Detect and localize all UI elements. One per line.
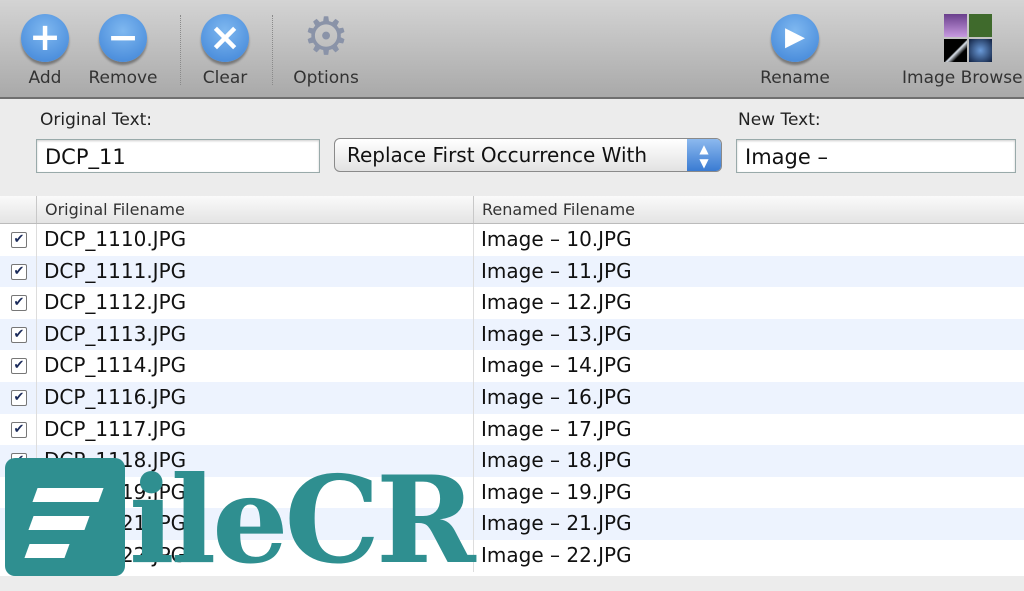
original-filename-header[interactable]: Original Filename (36, 196, 473, 223)
image-browser-icon (944, 14, 992, 62)
clear-label: Clear (202, 68, 248, 88)
original-filename-cell: DCP_1110.JPG (36, 224, 186, 256)
new-text-label: New Text: (738, 110, 821, 130)
renamed-filename-cell: Image – 17.JPG (473, 413, 632, 446)
plus-icon: + (21, 14, 69, 62)
renamed-filename-cell: Image – 16.JPG (473, 381, 632, 414)
renamed-filename-cell: Image – 21.JPG (473, 508, 632, 540)
rename-button[interactable]: ▶ Rename (756, 14, 834, 88)
row-checkbox[interactable]: ✔ (11, 358, 27, 375)
clear-button[interactable]: × Clear (196, 14, 254, 88)
renamed-filename-cell: Image – 13.JPG (473, 318, 632, 351)
original-text-label: Original Text: (40, 110, 153, 130)
original-filename-cell: DCP_1117.JPG (36, 413, 186, 446)
options-label: Options (293, 68, 359, 88)
minus-icon: − (99, 14, 147, 62)
table-header: Original Filename Renamed Filename (0, 196, 1024, 224)
row-checkbox[interactable]: ✔ (11, 421, 27, 438)
add-label: Add (28, 68, 62, 88)
original-filename-cell: DCP_1111.JPG (36, 255, 186, 288)
toolbar-separator (272, 15, 273, 85)
image-browser-button[interactable]: Image Browse (902, 14, 1024, 88)
x-icon: × (201, 14, 249, 62)
renamed-filename-cell: Image – 12.JPG (473, 287, 632, 319)
replace-mode-value: Replace First Occurrence With (347, 143, 648, 167)
original-filename-cell: DCP_1116.JPG (36, 381, 186, 414)
row-checkbox[interactable]: ✔ (11, 295, 27, 312)
renamed-filename-cell: Image – 11.JPG (473, 255, 632, 288)
row-checkbox[interactable]: ✔ (11, 326, 27, 343)
row-checkbox[interactable]: ✔ (11, 389, 27, 406)
add-button[interactable]: + Add (18, 14, 72, 88)
table-row[interactable]: ✔ DCP_1113.JPG Image – 13.JPG (0, 318, 1024, 351)
table-row[interactable]: ✔ DCP_1112.JPG Image – 12.JPG (0, 287, 1024, 319)
renamed-filename-cell: Image – 14.JPG (473, 350, 632, 382)
original-text-input[interactable]: DCP_11 (36, 139, 320, 173)
table-row[interactable]: ✔ DCP_1110.JPG Image – 10.JPG (0, 224, 1024, 256)
original-filename-cell: DCP_1114.JPG (36, 350, 186, 382)
row-checkbox[interactable]: ✔ (11, 232, 27, 248)
table-row[interactable]: ✔ DCP_1114.JPG Image – 14.JPG (0, 350, 1024, 382)
image-browser-label: Image Browse (902, 68, 1023, 88)
remove-button[interactable]: − Remove (86, 14, 160, 88)
renamed-filename-cell: Image – 10.JPG (473, 224, 632, 256)
row-checkbox[interactable]: ✔ (11, 263, 27, 280)
play-icon: ▶ (771, 14, 819, 62)
new-text-input[interactable]: Image – (736, 139, 1016, 173)
options-button[interactable]: ⚙ Options (288, 7, 364, 88)
gear-icon: ⚙ (302, 7, 350, 67)
replace-mode-select[interactable]: Replace First Occurrence With ▲ ▼ (334, 138, 722, 172)
filecr-watermark-logo: ileCR (5, 455, 476, 581)
original-filename-cell: DCP_1113.JPG (36, 318, 186, 351)
toolbar-separator (180, 15, 181, 85)
checkbox-column-header[interactable] (0, 196, 36, 223)
table-row[interactable]: ✔ DCP_1116.JPG Image – 16.JPG (0, 381, 1024, 414)
renamed-filename-cell: Image – 19.JPG (473, 476, 632, 509)
remove-label: Remove (88, 68, 158, 88)
select-arrows-icon: ▲ ▼ (687, 139, 721, 171)
renamed-filename-cell: Image – 18.JPG (473, 445, 632, 477)
table-row[interactable]: ✔ DCP_1111.JPG Image – 11.JPG (0, 255, 1024, 288)
table-row[interactable]: ✔ DCP_1117.JPG Image – 17.JPG (0, 413, 1024, 446)
renamed-filename-header[interactable]: Renamed Filename (473, 196, 1022, 223)
renamed-filename-cell: Image – 22.JPG (473, 539, 632, 572)
toolbar: + Add − Remove × Clear ⚙ Options ▶ Renam… (0, 0, 1024, 99)
rename-label: Rename (760, 68, 830, 88)
original-filename-cell: DCP_1112.JPG (36, 287, 186, 319)
